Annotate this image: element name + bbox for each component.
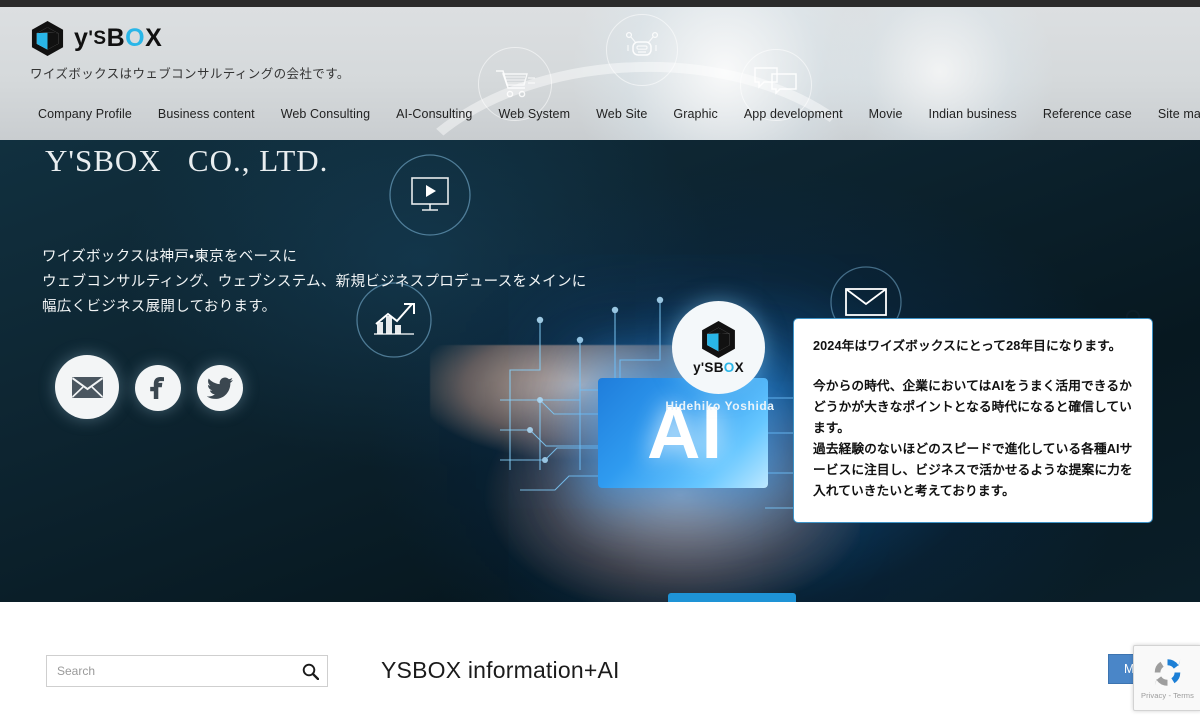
message-tab: Message (668, 593, 796, 602)
robot-icon (625, 31, 659, 56)
nav-item-ai-consulting[interactable]: AI-Consulting (383, 103, 485, 125)
search-input[interactable] (47, 656, 293, 686)
site-tagline: ワイズボックスはウェブコンサルティングの会社です。 (30, 67, 350, 81)
envelope-icon (71, 376, 103, 398)
twitter-icon (206, 377, 233, 399)
video-player-icon (389, 154, 471, 236)
logo-s: 'S (88, 28, 107, 49)
logo-b: B (106, 24, 126, 52)
avatar-logo-o: O (723, 360, 735, 375)
avatar-name: Hidehiko Yoshida (665, 399, 775, 413)
avatar-wordmark: y'SBOX (693, 360, 744, 375)
social-link-facebook[interactable] (135, 365, 181, 411)
info-paragraph-1: 2024年はワイズボックスにとって28年目になります。 (813, 339, 1122, 353)
facebook-icon (150, 377, 164, 399)
nav-item-indian-business[interactable]: Indian business (916, 103, 1030, 125)
shopping-cart-icon (496, 70, 535, 98)
search-icon (302, 663, 319, 680)
logo-wordmark: y'SBOX (74, 26, 162, 51)
recaptcha-icon (1154, 659, 1181, 686)
top-bar (0, 0, 1200, 7)
nav-item-web-system[interactable]: Web System (485, 103, 583, 125)
main-navigation[interactable]: Company Profile Business content Web Con… (30, 103, 1200, 125)
nav-item-movie[interactable]: Movie (856, 103, 916, 125)
site-logo[interactable]: y'SBOX (30, 20, 162, 57)
social-link-twitter[interactable] (197, 365, 243, 411)
ai-chip-label: AI (647, 391, 723, 474)
section-title: YSBOX information+AI (381, 657, 620, 683)
site-header: y'SBOX ワイズボックスはウェブコンサルティングの会社です。 Company… (0, 7, 1200, 140)
social-link-mail[interactable] (55, 355, 119, 419)
logo-x: X (145, 24, 163, 52)
avatar-logo-b: B (713, 360, 724, 375)
hero-section: AI Y'SBOX CO., LTD. ワイズボックスは神戸・東京をベースに ウ… (0, 140, 1200, 602)
info-panel: 2024年はワイズボックスにとって28年目になります。 今からの時代、企業におい… (793, 318, 1153, 523)
chat-bubbles-icon (754, 67, 797, 95)
nav-item-web-consulting[interactable]: Web Consulting (268, 103, 383, 125)
page-root: y'SBOX ワイズボックスはウェブコンサルティングの会社です。 Company… (0, 0, 1200, 718)
avatar: y'SBOX (672, 301, 765, 394)
nav-item-business-content[interactable]: Business content (145, 103, 268, 125)
nav-item-site-map[interactable]: Site map (1145, 103, 1200, 125)
logo-y: y (74, 24, 89, 52)
avatar-cube-icon (702, 321, 735, 358)
nav-item-web-site[interactable]: Web Site (583, 103, 660, 125)
info-paragraph-2: 今からの時代、企業においてはAIをうまく活用できるかどうかが大きなポイントとなる… (813, 379, 1132, 435)
nav-item-reference-case[interactable]: Reference case (1030, 103, 1145, 125)
cube-logo-icon (31, 21, 64, 56)
hero-title: Y'SBOX CO., LTD. (45, 143, 329, 178)
avatar-logo-s: 'S (700, 360, 714, 375)
info-paragraph-3: 過去経験のないほどのスピードで進化している各種AIサービスに注目し、ビジネスで活… (813, 442, 1133, 498)
avatar-logo-y: y (693, 360, 701, 375)
logo-o: O (125, 24, 146, 52)
lower-section: YSBOX information+AI (0, 602, 1200, 718)
search-box[interactable] (46, 655, 328, 687)
social-links[interactable] (55, 355, 243, 419)
recaptcha-privacy-terms[interactable]: Privacy - Terms (1141, 691, 1194, 700)
search-button[interactable] (293, 656, 327, 686)
hero-description: ワイズボックスは神戸・東京をベースに ウェブコンサルティング、ウェブシステム、新… (42, 249, 587, 315)
nav-item-graphic[interactable]: Graphic (660, 103, 730, 125)
nav-item-app-development[interactable]: App development (731, 103, 856, 125)
nav-item-company-profile[interactable]: Company Profile (30, 103, 145, 125)
recaptcha-badge[interactable]: Privacy - Terms (1133, 645, 1200, 711)
avatar-logo-x: X (734, 360, 744, 375)
